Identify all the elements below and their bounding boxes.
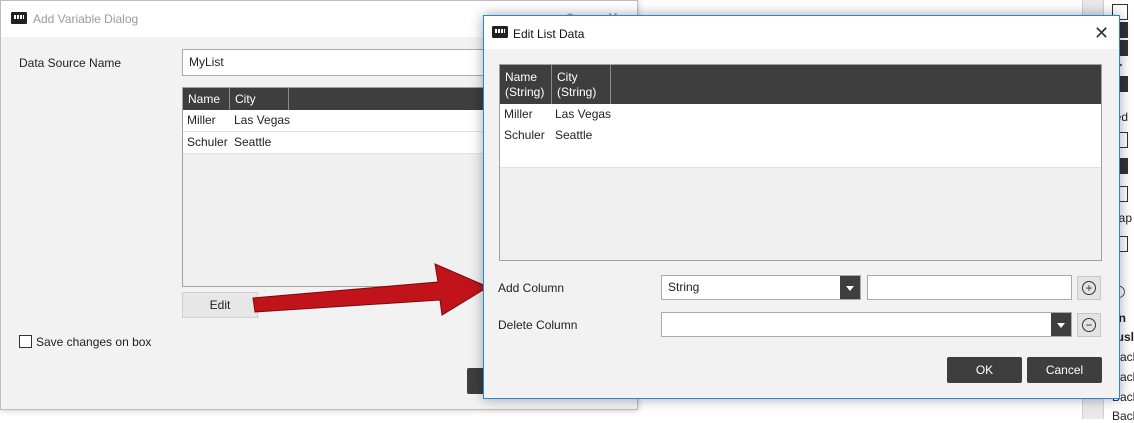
- cancel-button[interactable]: Cancel: [1027, 357, 1102, 383]
- delete-column-label: Delete Column: [498, 318, 578, 332]
- column-header-name[interactable]: Name (String): [500, 65, 552, 104]
- column-type-select[interactable]: String: [661, 275, 861, 300]
- table-row[interactable]: Schuler Seattle: [500, 125, 1101, 147]
- column-name-input[interactable]: [867, 275, 1072, 300]
- delete-column-button[interactable]: −: [1077, 313, 1101, 337]
- table-row[interactable]: Miller Las Vegas: [500, 104, 1101, 126]
- grid-header: Name (String) City (String): [500, 65, 1101, 104]
- cell-name[interactable]: Schuler: [500, 125, 545, 146]
- new-row[interactable]: [500, 146, 1101, 168]
- cell-name[interactable]: Miller: [500, 104, 533, 125]
- cell-city[interactable]: Las Vegas: [551, 104, 611, 125]
- app-icon: [492, 26, 508, 38]
- add-column-label: Add Column: [498, 281, 565, 295]
- column-name: Name: [505, 70, 538, 84]
- plus-icon: +: [1082, 281, 1096, 295]
- column-name: City: [557, 70, 578, 84]
- edit-list-data-dialog: Edit List Data ✕ Name (String) City (Str…: [483, 15, 1120, 399]
- add-column-button[interactable]: +: [1077, 276, 1101, 300]
- ok-button[interactable]: OK: [947, 357, 1022, 383]
- minus-icon: −: [1082, 318, 1096, 332]
- column-type: (String): [557, 85, 597, 99]
- close-icon[interactable]: ✕: [1094, 24, 1109, 42]
- cell-city[interactable]: Seattle: [551, 125, 592, 146]
- column-type: (String): [505, 85, 545, 99]
- dialog-titlebar[interactable]: Edit List Data ✕: [484, 16, 1119, 49]
- chevron-down-icon[interactable]: [840, 276, 860, 299]
- dialog-title: Edit List Data: [513, 27, 585, 41]
- selected-type: String: [668, 280, 700, 294]
- red-arrow-shape: [252, 263, 490, 316]
- list-data-grid[interactable]: Name (String) City (String) Miller Las V…: [499, 64, 1102, 261]
- chevron-down-icon[interactable]: [1051, 313, 1071, 336]
- delete-column-select[interactable]: [661, 312, 1072, 337]
- column-header-city[interactable]: City (String): [552, 65, 611, 104]
